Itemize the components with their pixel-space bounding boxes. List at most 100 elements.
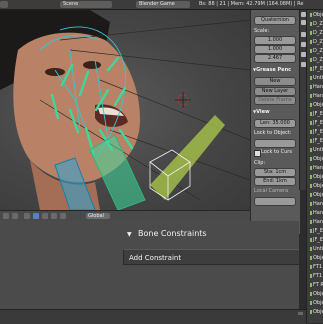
rotation-mode-dropdown[interactable]: Quaternion: [254, 16, 296, 25]
outliner-row[interactable]: D_Z: [307, 21, 323, 28]
lock-to-cursor-checkbox[interactable]: [254, 150, 261, 157]
outliner-row-label: Object: [313, 12, 323, 18]
outliner-row[interactable]: Obje: [307, 174, 323, 181]
outliner-row[interactable]: Obje: [307, 102, 323, 109]
outliner-row[interactable]: Hand: [307, 210, 323, 217]
delete-frame-button[interactable]: Delete Frame: [254, 96, 296, 105]
outliner-row[interactable]: Unti: [307, 246, 323, 253]
outliner-row[interactable]: Obje: [307, 255, 323, 262]
outliner-row[interactable]: JF_E: [307, 228, 323, 235]
object-type-icon: [310, 39, 312, 44]
local-camera-field[interactable]: [254, 197, 296, 206]
outliner-row-label: JF_E: [313, 228, 323, 234]
outliner-row[interactable]: Hand: [307, 84, 323, 91]
add-constraint-button[interactable]: Add Constraint: [123, 249, 299, 265]
panel-title[interactable]: Bone Constraints: [138, 229, 207, 238]
outliner[interactable]: Object D_Z D_Z D_Z D_Z D_Z JF_E Unti Hand Hand Obj…: [306, 10, 323, 323]
outliner-row[interactable]: FT R: [307, 282, 323, 289]
outliner-row-label: D_Z: [313, 57, 323, 63]
object-type-icon: [310, 273, 312, 278]
outliner-row-label: Hand: [313, 165, 323, 171]
outliner-row[interactable]: JF_E: [307, 66, 323, 73]
object-type-icon: [310, 183, 312, 188]
collapse-triangle-icon[interactable]: ▼: [127, 231, 132, 238]
resize-handle-icon[interactable]: [298, 312, 303, 315]
outliner-row[interactable]: Hand: [307, 201, 323, 208]
scene-statistics: Bs: 88 | 21 | Mem: 42.79M (164.08M) | Re: [199, 1, 304, 7]
outliner-row[interactable]: JF_E: [307, 138, 323, 145]
object-type-icon: [310, 93, 312, 98]
outliner-row[interactable]: JF_E: [307, 237, 323, 244]
outliner-row-label: JF_E: [313, 111, 323, 117]
outliner-row-label: JF_E: [313, 138, 323, 144]
outliner-row[interactable]: Unti: [307, 75, 323, 82]
scale-x-field[interactable]: 1.000: [254, 36, 296, 45]
3d-cursor-icon[interactable]: [175, 92, 191, 108]
grease-new-button[interactable]: New: [254, 77, 296, 86]
outliner-row[interactable]: Unti: [307, 147, 323, 154]
outliner-row[interactable]: JF_E: [307, 111, 323, 118]
editor-type-icon[interactable]: [0, 1, 8, 8]
object-type-icon: [310, 192, 312, 197]
outliner-row[interactable]: Obje: [307, 291, 323, 298]
lock-object-field[interactable]: [254, 139, 296, 148]
manipulator-icon[interactable]: [33, 213, 39, 219]
outliner-row[interactable]: FT1: [307, 273, 323, 280]
outliner-row[interactable]: Obje: [307, 156, 323, 163]
view-header[interactable]: View: [253, 109, 299, 115]
render-engine-dropdown[interactable]: Blender Game: [136, 1, 190, 8]
outliner-row[interactable]: D_Z: [307, 39, 323, 46]
outliner-row-label: FT1: [313, 273, 323, 279]
object-origin-icon[interactable]: [12, 213, 18, 219]
outliner-row[interactable]: JF_E: [307, 120, 323, 127]
outliner-row-label: Unti: [313, 147, 323, 153]
outliner-row-label: D_Z: [313, 39, 323, 45]
object-type-icon: [310, 66, 312, 71]
outliner-row-label: JF_E: [313, 237, 323, 243]
outliner-row[interactable]: Obje: [307, 183, 323, 190]
outliner-row[interactable]: D_Z: [307, 30, 323, 37]
clip-start-field[interactable]: Sta: 1cm: [254, 168, 296, 177]
left-eye: [45, 68, 65, 76]
outliner-row[interactable]: JF_E: [307, 129, 323, 136]
scene-render: [0, 10, 250, 210]
transform-orientation-dropdown[interactable]: Global: [86, 213, 110, 219]
grease-pencil-header[interactable]: Grease Penc: [253, 67, 299, 73]
outliner-row-label: Obje: [313, 102, 323, 108]
outliner-row-label: Hand: [313, 84, 323, 90]
object-type-icon: [310, 120, 312, 125]
scale-icon[interactable]: [60, 213, 66, 219]
outliner-row[interactable]: Object: [307, 12, 323, 19]
outliner-row[interactable]: D_Z: [307, 48, 323, 55]
outliner-row[interactable]: Hand: [307, 93, 323, 100]
outliner-row[interactable]: FT1: [307, 264, 323, 271]
clip-label: Clip:: [254, 160, 266, 166]
outliner-row[interactable]: Hand: [307, 165, 323, 172]
outliner-row[interactable]: Obje: [307, 300, 323, 307]
outliner-row[interactable]: Obje: [307, 192, 323, 199]
clip-end-field[interactable]: End: 1km: [254, 177, 296, 186]
outliner-row[interactable]: Hand: [307, 219, 323, 226]
scale-y-field[interactable]: 1.000: [254, 45, 296, 54]
scale-z-field[interactable]: 2.467: [254, 54, 296, 63]
object-type-icon: [310, 30, 312, 35]
outliner-row-label: Hand: [313, 201, 323, 207]
object-type-icon: [310, 174, 312, 179]
object-type-icon: [310, 210, 312, 215]
object-type-icon: [310, 201, 312, 206]
new-layer-button[interactable]: New Layer: [254, 87, 296, 96]
snap-icon[interactable]: [24, 213, 30, 219]
rotate-icon[interactable]: [51, 213, 57, 219]
outliner-row[interactable]: Obje: [307, 309, 323, 316]
outliner-row[interactable]: D_Z: [307, 57, 323, 64]
outliner-row-label: Obje: [313, 156, 323, 162]
lens-field[interactable]: Len: 35.000: [254, 119, 296, 128]
outliner-row-label: Unti: [313, 75, 323, 81]
scene-selector[interactable]: Scene: [60, 1, 112, 8]
outliner-row-label: FT1: [313, 264, 323, 270]
object-type-icon: [310, 84, 312, 89]
3d-viewport[interactable]: [0, 10, 250, 210]
pivot-icon[interactable]: [3, 213, 9, 219]
translate-icon[interactable]: [42, 213, 48, 219]
object-type-icon: [310, 300, 312, 305]
